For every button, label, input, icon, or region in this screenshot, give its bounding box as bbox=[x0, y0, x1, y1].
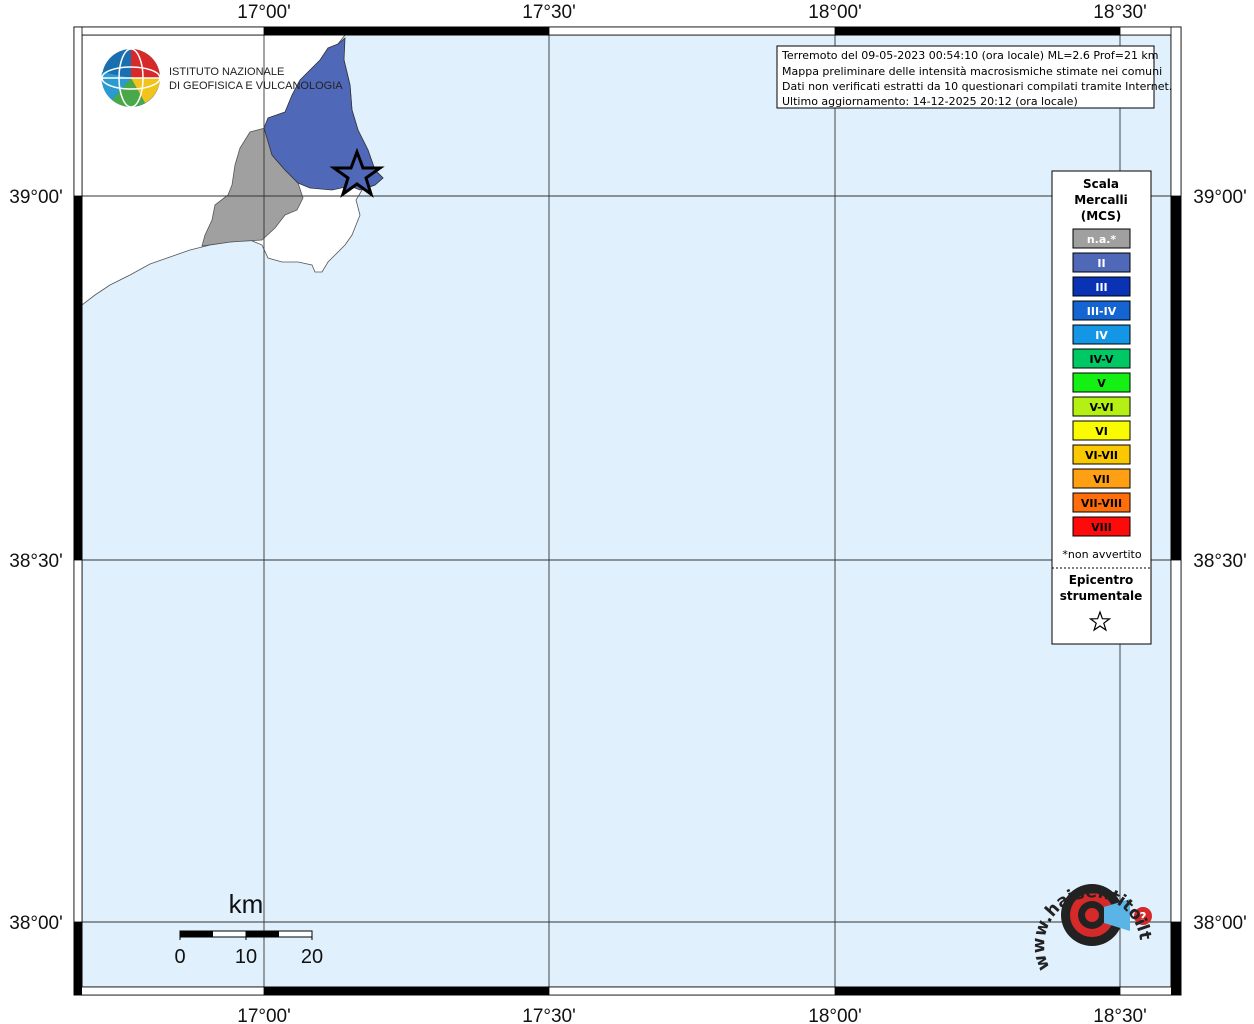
legend-swatch-label: III-IV bbox=[1087, 305, 1117, 318]
lon-label-top-3: 18°00' bbox=[808, 2, 862, 23]
lon-label-top-1: 17°00' bbox=[237, 2, 291, 23]
legend-swatch-label: VI bbox=[1095, 425, 1108, 438]
legend-swatch-label: III bbox=[1095, 281, 1107, 294]
lat-label-left-1: 39°00' bbox=[9, 187, 63, 208]
lat-label-right-2: 38°30' bbox=[1193, 551, 1247, 572]
legend-swatch-label: VII-VIII bbox=[1081, 497, 1122, 510]
info-line-3: Dati non verificati estratti da 10 quest… bbox=[782, 80, 1172, 93]
lat-label-left-2: 38°30' bbox=[9, 551, 63, 572]
scale-tick-10: 10 bbox=[235, 946, 257, 968]
legend-title-2: Mercalli bbox=[1074, 193, 1128, 207]
logo-line-2: DI GEOFISICA E VULCANOLOGIA bbox=[169, 80, 343, 92]
scale-unit: km bbox=[229, 889, 264, 919]
scale-tick-20: 20 bbox=[301, 946, 323, 968]
legend-note: *non avvertito bbox=[1062, 548, 1141, 561]
legend-title-3: (MCS) bbox=[1081, 209, 1122, 223]
lat-label-right-3: 38°00' bbox=[1193, 913, 1247, 934]
logo-line-1: ISTITUTO NAZIONALE bbox=[169, 66, 284, 78]
lon-label-top-2: 17°30' bbox=[522, 2, 576, 23]
event-info-box: Terremoto del 09-05-2023 00:54:10 (ora l… bbox=[776, 45, 1172, 109]
legend-swatch-label: IV-V bbox=[1089, 353, 1114, 366]
legend-swatch-label: VII bbox=[1093, 473, 1110, 486]
legend-swatch-label: VIII bbox=[1091, 521, 1112, 534]
info-line-2: Mappa preliminare delle intensità macros… bbox=[782, 65, 1162, 78]
epicenter-title-1: Epicentro bbox=[1069, 573, 1134, 587]
legend-title-1: Scala bbox=[1083, 177, 1119, 191]
info-line-4: Ultimo aggiornamento: 14-12-2025 20:12 (… bbox=[782, 95, 1078, 108]
legend-swatch-label: VI-VII bbox=[1085, 449, 1118, 462]
legend-swatch-label: n.a.* bbox=[1087, 233, 1117, 246]
lon-label-bottom-2: 17°30' bbox=[522, 1006, 576, 1024]
legend-swatch-label: II bbox=[1097, 257, 1105, 270]
lon-label-bottom-1: 17°00' bbox=[237, 1006, 291, 1024]
scale-tick-0: 0 bbox=[174, 946, 185, 968]
legend-swatch-label: V-VI bbox=[1089, 401, 1113, 414]
mcs-legend: Scala Mercalli (MCS) n.a.*IIIIIIII-IVIVI… bbox=[1051, 170, 1152, 645]
info-line-1: Terremoto del 09-05-2023 00:54:10 (ora l… bbox=[781, 49, 1159, 62]
legend-swatch-label: V bbox=[1097, 377, 1106, 390]
lat-label-right-1: 39°00' bbox=[1193, 187, 1247, 208]
lon-label-top-4: 18°30' bbox=[1093, 2, 1147, 23]
lon-label-bottom-3: 18°00' bbox=[808, 1006, 862, 1024]
epicenter-title-2: strumentale bbox=[1060, 589, 1143, 603]
lon-label-bottom-4: 18°30' bbox=[1093, 1006, 1147, 1024]
intensity-map: 17°00' 17°30' 18°00' 18°30' 17°00' 17°30… bbox=[0, 0, 1247, 1024]
lat-label-left-3: 38°00' bbox=[9, 913, 63, 934]
legend-swatch-label: IV bbox=[1095, 329, 1108, 342]
